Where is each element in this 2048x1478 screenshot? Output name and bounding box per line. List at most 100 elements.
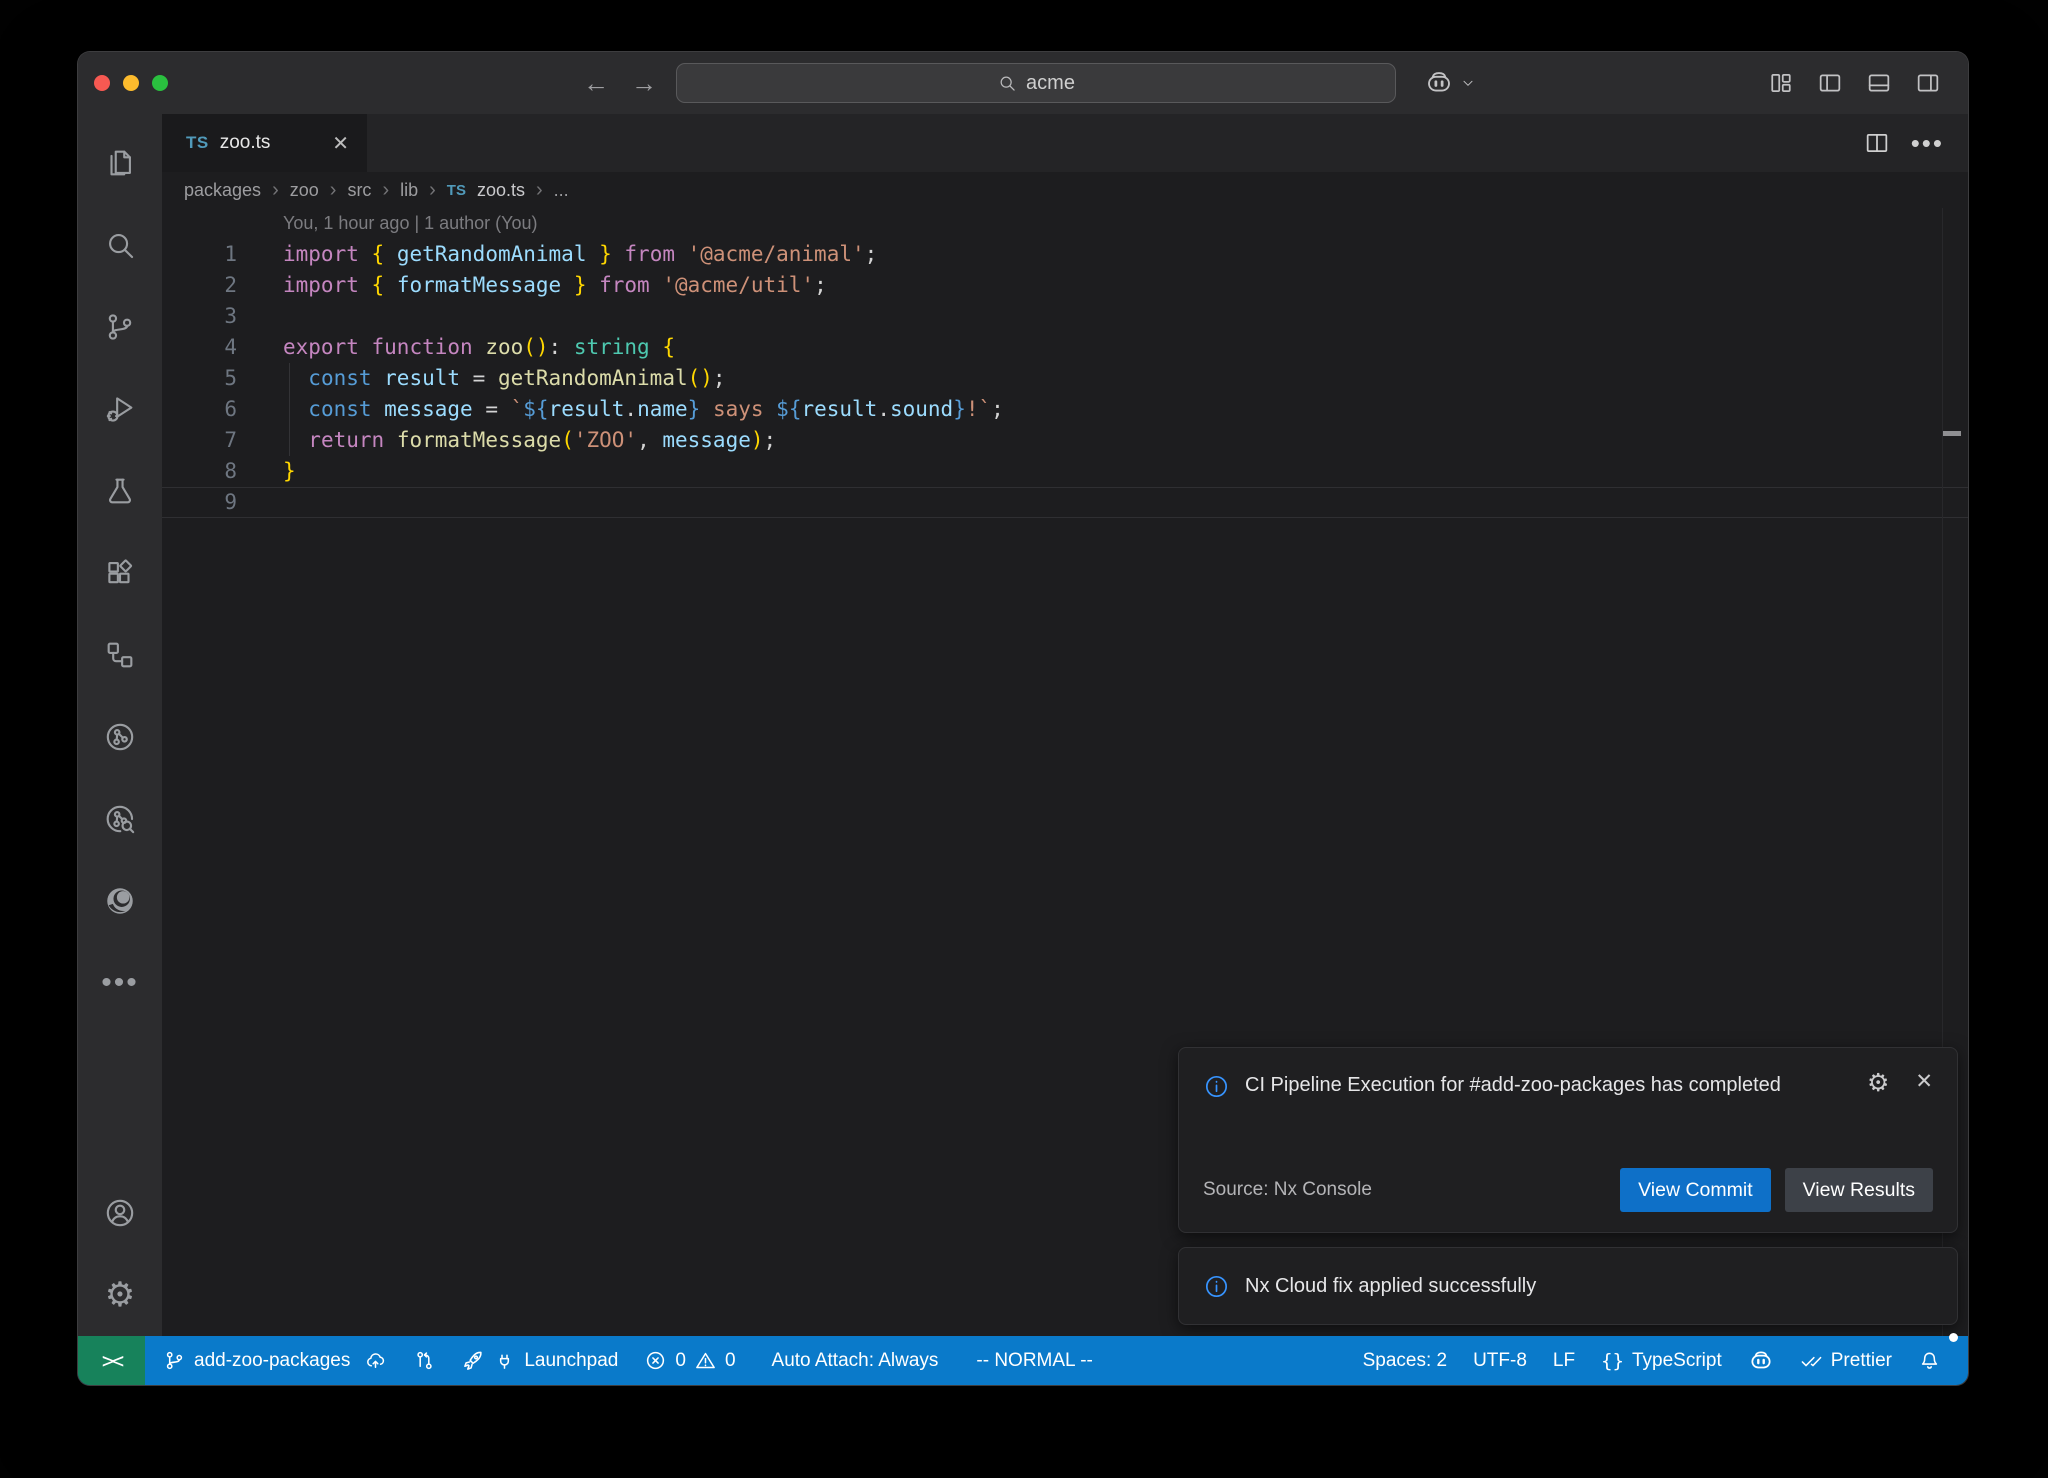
view-commit-button[interactable]: View Commit: [1620, 1168, 1771, 1212]
line-number: 3: [162, 301, 237, 332]
split-editor-icon[interactable]: [1863, 129, 1891, 157]
run-debug-icon: [103, 392, 137, 426]
accounts-button[interactable]: [78, 1172, 162, 1254]
sidebar-item-remote-explorer[interactable]: [78, 614, 162, 696]
code-line-7[interactable]: 7 return formatMessage('ZOO', message);: [162, 425, 1968, 456]
code-line-4[interactable]: 4export function zoo(): string {: [162, 332, 1968, 363]
command-center-search[interactable]: acme: [676, 63, 1396, 103]
breadcrumb-symbol-more[interactable]: ...: [554, 180, 569, 201]
toggle-panel-icon[interactable]: [1865, 69, 1893, 97]
notification-settings-gear-icon[interactable]: ⚙: [1867, 1070, 1889, 1095]
line-number: 4: [162, 332, 237, 363]
minimize-window-button[interactable]: [123, 75, 139, 91]
code-line-2[interactable]: 2import { formatMessage } from '@acme/ut…: [162, 270, 1968, 301]
customize-layout-icon[interactable]: [1767, 69, 1795, 97]
notification-message: CI Pipeline Execution for #add-zoo-packa…: [1245, 1070, 1781, 1101]
tab-zoo-ts[interactable]: TS zoo.ts ✕: [162, 114, 367, 172]
settings-button[interactable]: ⚙: [78, 1254, 162, 1336]
typescript-file-icon: TS: [447, 182, 466, 199]
view-results-button[interactable]: View Results: [1785, 1168, 1933, 1212]
code-line-1[interactable]: 1import { getRandomAnimal } from '@acme/…: [162, 239, 1968, 270]
sidebar-item-nx-cloud[interactable]: [78, 778, 162, 860]
git-branch-status[interactable]: add-zoo-packages: [145, 1336, 400, 1385]
breadcrumb-file[interactable]: zoo.ts: [477, 180, 525, 201]
breadcrumb-separator: ›: [429, 179, 436, 202]
titlebar: ← → acme: [78, 52, 1968, 114]
copilot-icon: [1748, 1348, 1774, 1374]
code-line-5[interactable]: 5 const result = getRandomAnimal();: [162, 363, 1968, 394]
sidebar-item-edge-tools[interactable]: [78, 860, 162, 942]
auto-attach-status[interactable]: Auto Attach: Always: [759, 1336, 952, 1385]
info-icon: [1203, 1073, 1230, 1100]
eol-status[interactable]: LF: [1540, 1336, 1588, 1385]
breadcrumb-separator: ›: [382, 179, 389, 202]
info-icon: [1203, 1273, 1230, 1300]
edge-browser-icon: [103, 884, 137, 918]
sidebar-item-run-debug[interactable]: [78, 368, 162, 450]
git-graph-status[interactable]: [400, 1336, 449, 1385]
copilot-status[interactable]: [1735, 1336, 1787, 1385]
code-line-8[interactable]: 8}: [162, 456, 1968, 487]
remote-indicator[interactable]: ><: [78, 1336, 145, 1385]
copilot-icon[interactable]: [1424, 68, 1454, 98]
connected-nodes-icon: [103, 638, 137, 672]
notification-source: Source: Nx Console: [1203, 1179, 1372, 1201]
indentation-status[interactable]: Spaces: 2: [1350, 1336, 1461, 1385]
toggle-sidebar-icon[interactable]: [1816, 69, 1844, 97]
notification-toast-nx-cloud: Nx Cloud fix applied successfully: [1178, 1247, 1958, 1325]
rocket-icon: [462, 1349, 485, 1372]
notifications-bell[interactable]: [1905, 1336, 1954, 1385]
explorer-icon: [103, 146, 137, 180]
git-branch-icon: [103, 310, 137, 344]
vim-mode-status[interactable]: -- NORMAL --: [963, 1336, 1105, 1385]
braces-icon: {}: [1601, 1350, 1624, 1372]
code-line-3[interactable]: 3: [162, 301, 1968, 332]
branch-name: add-zoo-packages: [194, 1350, 350, 1372]
more-views-button[interactable]: •••: [78, 942, 162, 1024]
warning-count: 0: [725, 1350, 736, 1372]
back-icon[interactable]: ←: [583, 68, 609, 99]
code-lines: You, 1 hour ago | 1 author (You)1import …: [162, 208, 1968, 518]
code-line-9[interactable]: 9: [162, 487, 1968, 518]
prettier-status[interactable]: Prettier: [1787, 1336, 1905, 1385]
close-window-button[interactable]: [94, 75, 110, 91]
notification-toast-ci-pipeline: CI Pipeline Execution for #add-zoo-packa…: [1178, 1047, 1958, 1233]
double-check-icon: [1800, 1349, 1823, 1372]
close-tab-icon[interactable]: ✕: [332, 131, 349, 156]
editor-actions-more-icon[interactable]: •••: [1911, 138, 1944, 148]
notification-close-icon[interactable]: ✕: [1915, 1070, 1933, 1093]
line-number: 7: [162, 425, 237, 456]
sidebar-item-search[interactable]: [78, 204, 162, 286]
error-count: 0: [675, 1350, 686, 1372]
toggle-secondary-sidebar-icon[interactable]: [1914, 69, 1942, 97]
line-number: 6: [162, 394, 237, 425]
zoom-window-button[interactable]: [152, 75, 168, 91]
sidebar-item-nx-console[interactable]: [78, 696, 162, 778]
launchpad-status[interactable]: Launchpad: [449, 1336, 631, 1385]
breadcrumb-item[interactable]: zoo: [290, 180, 319, 201]
beaker-icon: [103, 474, 137, 508]
chevron-down-icon[interactable]: [1460, 75, 1476, 91]
sidebar-item-source-control[interactable]: [78, 286, 162, 368]
breadcrumb-item[interactable]: packages: [184, 180, 261, 201]
code-line-6[interactable]: 6 const message = `${result.name} says $…: [162, 394, 1968, 425]
typescript-file-icon: TS: [186, 133, 209, 153]
encoding-status[interactable]: UTF-8: [1460, 1336, 1540, 1385]
sidebar-item-explorer[interactable]: [78, 122, 162, 204]
breadcrumb-item[interactable]: lib: [400, 180, 418, 201]
tab-bar: TS zoo.ts ✕ •••: [162, 114, 1968, 172]
activity-bar: ••• ⚙: [78, 114, 162, 1336]
bell-icon: [1918, 1349, 1941, 1372]
circle-branch-search-icon: [103, 802, 137, 836]
line-number: 2: [162, 270, 237, 301]
sidebar-item-extensions[interactable]: [78, 532, 162, 614]
sidebar-item-testing[interactable]: [78, 450, 162, 532]
breadcrumb-item[interactable]: src: [347, 180, 371, 201]
language-status[interactable]: {} TypeScript: [1588, 1336, 1735, 1385]
line-number: 1: [162, 239, 237, 270]
breadcrumb-separator: ›: [272, 179, 279, 202]
ellipsis-icon: •••: [101, 978, 139, 988]
forward-icon[interactable]: →: [631, 68, 657, 99]
line-number: 5: [162, 363, 237, 394]
problems-status[interactable]: 0 0: [631, 1336, 748, 1385]
